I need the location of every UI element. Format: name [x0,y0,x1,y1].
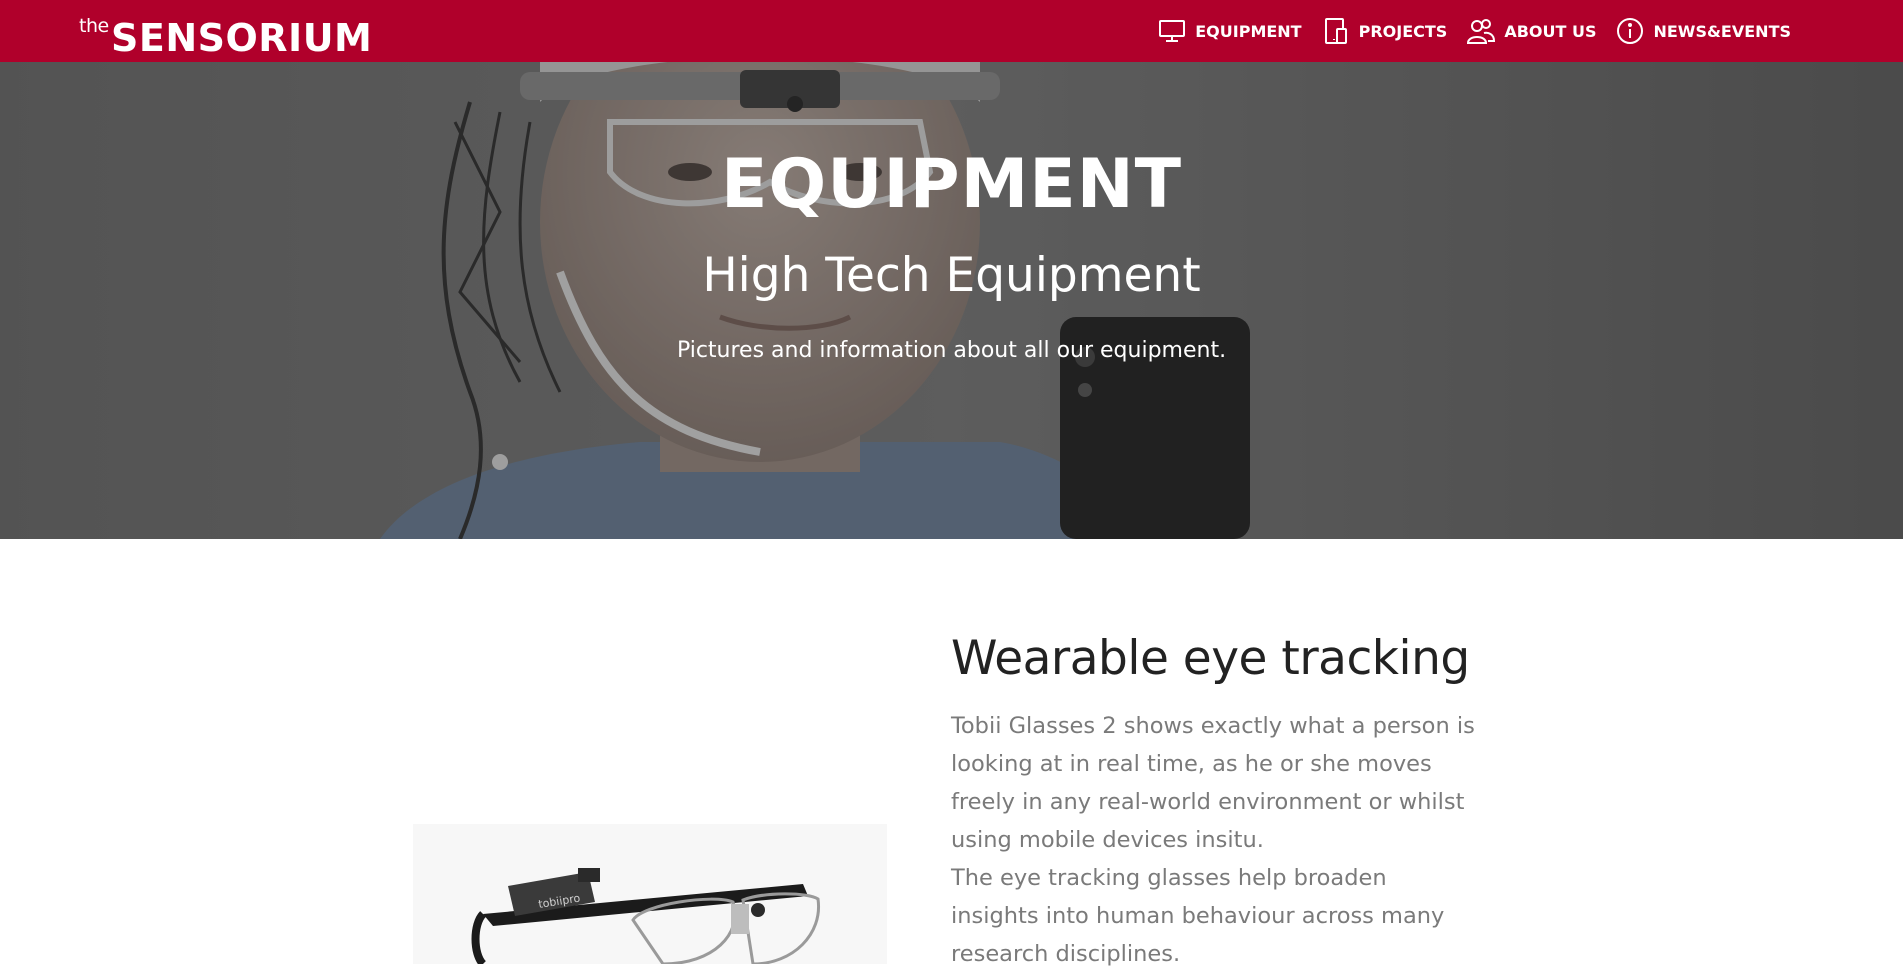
top-navigation-bar: the SENSORIUM EQUIPMENT PROJECTS ABOUT U… [0,0,1903,62]
nav-item-about-us[interactable]: ABOUT US [1467,17,1596,45]
tobii-glasses-image: tobiipro [413,824,887,964]
equipment-section: tobiipro Wearable eye tracking Tobii Gla… [0,539,1903,967]
nav-item-projects[interactable]: PROJECTS [1322,17,1448,45]
section-paragraph: Tobii Glasses 2 shows exactly what a per… [951,713,1475,853]
hero-subtitle: High Tech Equipment [702,248,1201,303]
logo-name: SENSORIUM [111,16,373,60]
nav-label: PROJECTS [1358,21,1448,41]
logo-prefix: the [79,15,109,37]
nav-item-equipment[interactable]: EQUIPMENT [1158,17,1302,45]
section-paragraph: The eye tracking glasses help broaden in… [951,865,1445,967]
devices-icon [1322,17,1350,45]
hero-title: EQUIPMENT [720,145,1183,224]
hero-banner: EQUIPMENT High Tech Equipment Pictures a… [0,62,1903,539]
hero-description: Pictures and information about all our e… [676,338,1227,363]
info-icon [1616,17,1644,45]
nav-label: EQUIPMENT [1195,21,1302,41]
users-icon [1467,17,1496,45]
nav-label: ABOUT US [1504,21,1597,41]
monitor-icon [1158,17,1186,45]
section-title: Wearable eye tracking [951,631,1470,686]
nav-item-news-events[interactable]: NEWS&EVENTS [1616,17,1791,45]
section-body: Tobii Glasses 2 shows exactly what a per… [951,707,1481,973]
nav-label: NEWS&EVENTS [1653,21,1791,41]
main-nav: EQUIPMENT PROJECTS ABOUT US NEWS&EVENTS [1158,0,1791,62]
